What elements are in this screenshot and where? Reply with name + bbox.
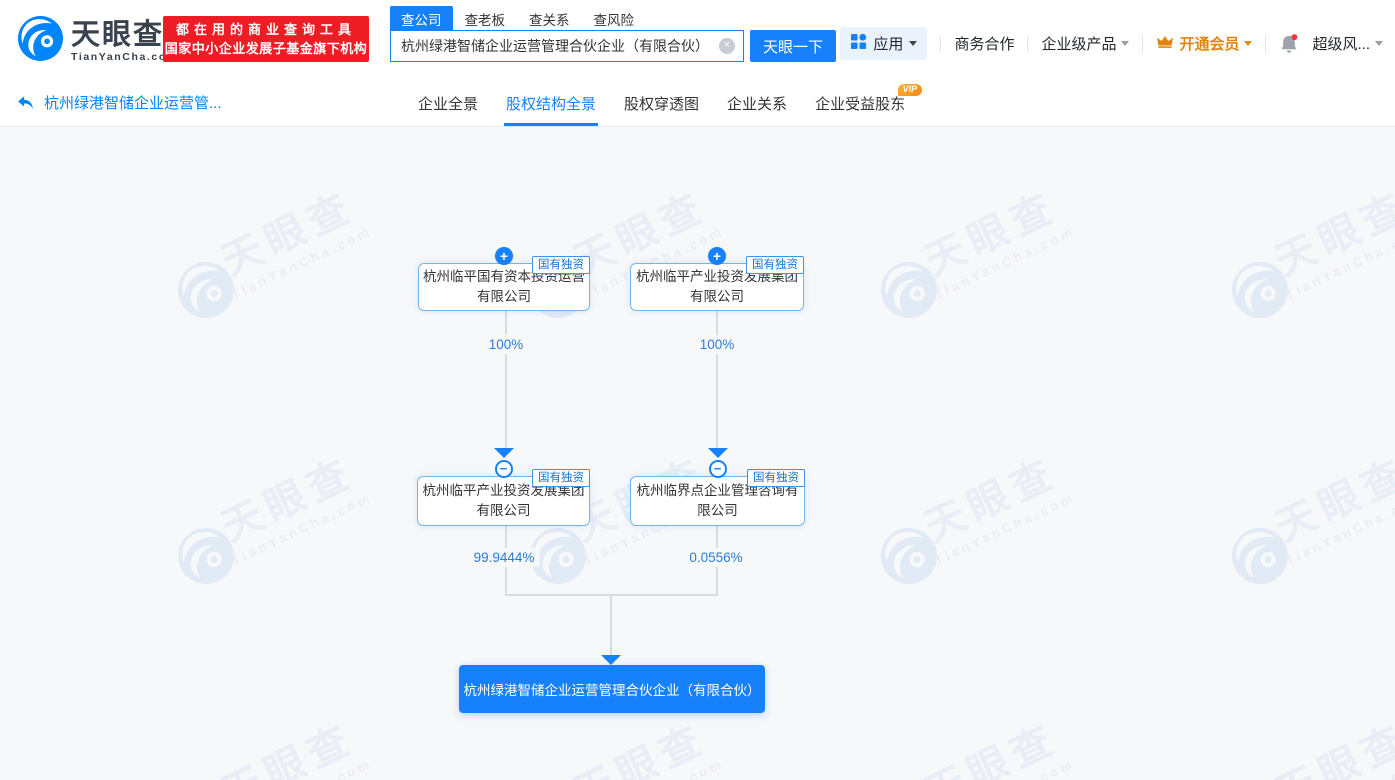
logo-text-cn: 天眼查 xyxy=(71,20,178,50)
user-account-menu[interactable]: 超级风... xyxy=(1312,33,1383,54)
divider xyxy=(1142,36,1143,52)
tab-company-relations[interactable]: 企业关系 xyxy=(727,81,787,126)
search-tab-risk[interactable]: 查风险 xyxy=(582,6,647,32)
search-input[interactable] xyxy=(401,38,719,54)
search-button[interactable]: 天眼一下 xyxy=(750,30,836,62)
header-right-nav: 应用 商务合作 企业级产品 开通会员 xyxy=(840,27,1383,60)
shareholder-node[interactable]: + 国有独资 杭州临平产业投资发展集团有限公司 xyxy=(630,263,804,311)
collapse-icon[interactable]: − xyxy=(709,460,727,478)
vip-badge: VIP xyxy=(898,84,923,96)
shareholder-node[interactable]: + 国有独资 杭州临平国有资本投资运营有限公司 xyxy=(418,263,590,311)
crown-icon xyxy=(1156,34,1174,53)
apps-menu[interactable]: 应用 xyxy=(840,27,927,60)
expand-icon[interactable]: + xyxy=(495,247,513,265)
open-vip-menu[interactable]: 开通会员 xyxy=(1156,33,1252,54)
search-tab-company[interactable]: 查公司 xyxy=(390,6,453,32)
tab-equity-structure[interactable]: 股权结构全景 xyxy=(506,81,596,126)
notification-dot xyxy=(1292,34,1298,40)
watermark-logo-icon xyxy=(881,528,937,584)
collapse-icon[interactable]: − xyxy=(495,460,513,478)
tab-beneficial-owners[interactable]: 企业受益股东 VIP xyxy=(815,81,905,126)
company-name: 杭州临平产业投资发展集团有限公司 xyxy=(418,481,589,521)
chevron-down-icon xyxy=(909,41,917,50)
connector-line xyxy=(505,311,507,448)
logo-text-en: TianYanCha.com xyxy=(71,51,178,63)
tab-company-overview[interactable]: 企业全景 xyxy=(418,81,478,126)
watermark-logo-icon xyxy=(881,262,937,318)
connector-line xyxy=(716,311,718,448)
divider xyxy=(940,36,941,52)
divider xyxy=(1265,36,1266,52)
slogan-line-2: 国家中小企业发展子基金旗下机构 xyxy=(163,39,369,58)
ownership-percent: 100% xyxy=(484,335,529,354)
chevron-down-icon xyxy=(1244,41,1252,50)
company-tabs: 企业全景 股权结构全景 股权穿透图 企业关系 企业受益股东 VIP xyxy=(418,81,905,126)
watermark-logo-icon xyxy=(178,528,234,584)
top-header: 天眼查 TianYanCha.com 都在用的商业查询工具 国家中小企业发展子基… xyxy=(0,0,1395,81)
state-owned-tag: 国有独资 xyxy=(532,469,590,487)
state-owned-tag: 国有独资 xyxy=(746,256,804,274)
expand-icon[interactable]: + xyxy=(708,247,726,265)
state-owned-tag: 国有独资 xyxy=(532,256,590,274)
company-subnav: 杭州绿港智储企业运营管... 企业全景 股权结构全景 股权穿透图 企业关系 企业… xyxy=(0,81,1395,127)
enterprise-products-menu[interactable]: 企业级产品 xyxy=(1041,33,1129,54)
apps-grid-icon xyxy=(850,33,867,54)
business-cooperation-link[interactable]: 商务合作 xyxy=(954,33,1014,54)
divider xyxy=(1027,36,1028,52)
arrow-down-icon xyxy=(494,448,514,458)
arrow-down-icon xyxy=(601,655,621,665)
arrow-down-icon xyxy=(708,448,728,458)
chevron-down-icon xyxy=(1375,41,1383,50)
ownership-percent: 0.0556% xyxy=(684,548,747,567)
tab-equity-penetration[interactable]: 股权穿透图 xyxy=(624,81,699,126)
state-owned-tag: 国有独资 xyxy=(747,469,805,487)
ownership-percent: 100% xyxy=(695,335,740,354)
chevron-down-icon xyxy=(1121,41,1129,50)
breadcrumb-company-name[interactable]: 杭州绿港智储企业运营管... xyxy=(44,81,222,126)
search-tab-boss[interactable]: 查老板 xyxy=(453,6,518,32)
slogan-line-1: 都在用的商业查询工具 xyxy=(163,20,369,39)
search-tab-relation[interactable]: 查关系 xyxy=(517,6,582,32)
equity-structure-canvas: 天眼查TianYanCha.com天眼查TianYanCha.com天眼查Tia… xyxy=(0,127,1395,780)
watermark-logo-icon xyxy=(1232,528,1288,584)
search-tabs: 查公司 查老板 查关系 查风险 xyxy=(390,7,836,30)
target-company-node[interactable]: 杭州绿港智储企业运营管理合伙企业（有限合伙） xyxy=(459,665,765,713)
search-input-box: × xyxy=(390,30,744,62)
ownership-percent: 99.9444% xyxy=(469,548,540,567)
clear-search-icon[interactable]: × xyxy=(719,38,735,54)
search-module: 查公司 查老板 查关系 查风险 × 天眼一下 xyxy=(390,7,836,62)
tianyancha-logo-icon xyxy=(18,16,63,66)
shareholder-node[interactable]: − 国有独资 杭州临平产业投资发展集团有限公司 xyxy=(417,476,590,526)
watermark-logo-icon xyxy=(1232,262,1288,318)
tianyancha-logo[interactable]: 天眼查 TianYanCha.com xyxy=(18,16,178,66)
connector-line xyxy=(610,594,612,655)
tianyancha-page: 天眼查 TianYanCha.com 都在用的商业查询工具 国家中小企业发展子基… xyxy=(0,0,1395,780)
watermark-logo-icon xyxy=(178,262,234,318)
company-name: 杭州临界点企业管理咨询有限公司 xyxy=(631,481,804,521)
shareholder-node[interactable]: − 国有独资 杭州临界点企业管理咨询有限公司 xyxy=(630,476,805,526)
apps-label: 应用 xyxy=(873,33,903,54)
back-arrow-icon[interactable] xyxy=(16,94,35,117)
notifications-bell[interactable] xyxy=(1279,33,1299,55)
brand-slogan-banner: 都在用的商业查询工具 国家中小企业发展子基金旗下机构 xyxy=(163,16,369,62)
